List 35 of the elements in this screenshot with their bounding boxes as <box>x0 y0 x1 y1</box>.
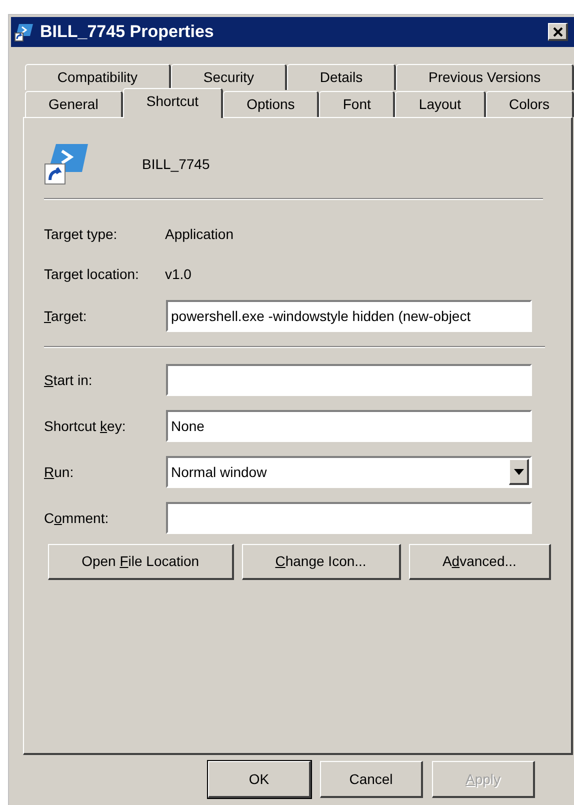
tab[interactable]: Layout <box>395 91 486 117</box>
shortcut-name: BILL_7745 <box>142 154 210 174</box>
text-field[interactable]: None <box>166 410 532 442</box>
text-field[interactable] <box>166 364 532 396</box>
run-dropdown[interactable]: Normal window <box>166 456 532 488</box>
close-icon <box>552 26 562 36</box>
tab[interactable]: Details <box>287 64 396 90</box>
dialog-button[interactable]: Cancel <box>320 761 423 798</box>
shortcut-app-icon <box>14 22 34 42</box>
action-button[interactable]: Advanced... <box>408 544 551 580</box>
target-field[interactable]: powershell.exe -windowstyle hidden (new-object <box>166 300 532 332</box>
info-value: v1.0 <box>165 264 192 284</box>
info-label: Target type: <box>44 224 118 244</box>
tab[interactable]: Shortcut <box>122 88 224 118</box>
target-label: Target: <box>44 306 88 326</box>
field-label: Start in: <box>44 370 94 390</box>
tab[interactable]: Font <box>319 91 396 117</box>
text-field[interactable] <box>166 502 532 534</box>
tab[interactable]: Compatibility <box>25 64 171 90</box>
action-button[interactable]: Open File Location <box>48 544 234 580</box>
tab[interactable]: Previous Versions <box>396 64 574 90</box>
field-label: Shortcut key: <box>44 416 127 436</box>
dialog-button[interactable]: OK <box>208 761 311 798</box>
tab[interactable]: Colors <box>486 91 574 117</box>
shortcut-app-icon <box>44 142 90 186</box>
close-button[interactable] <box>548 23 568 41</box>
field-label: Comment: <box>44 508 110 528</box>
action-button[interactable]: Change Icon... <box>242 544 401 580</box>
info-label: Target location: <box>44 264 140 284</box>
field-label: Run: <box>44 462 75 482</box>
window-title: BILL_7745 Properties <box>40 21 215 44</box>
tab[interactable]: Options <box>223 91 320 117</box>
tab[interactable]: Security <box>171 64 288 90</box>
info-value: Application <box>165 224 234 244</box>
tab[interactable]: General <box>25 91 123 117</box>
